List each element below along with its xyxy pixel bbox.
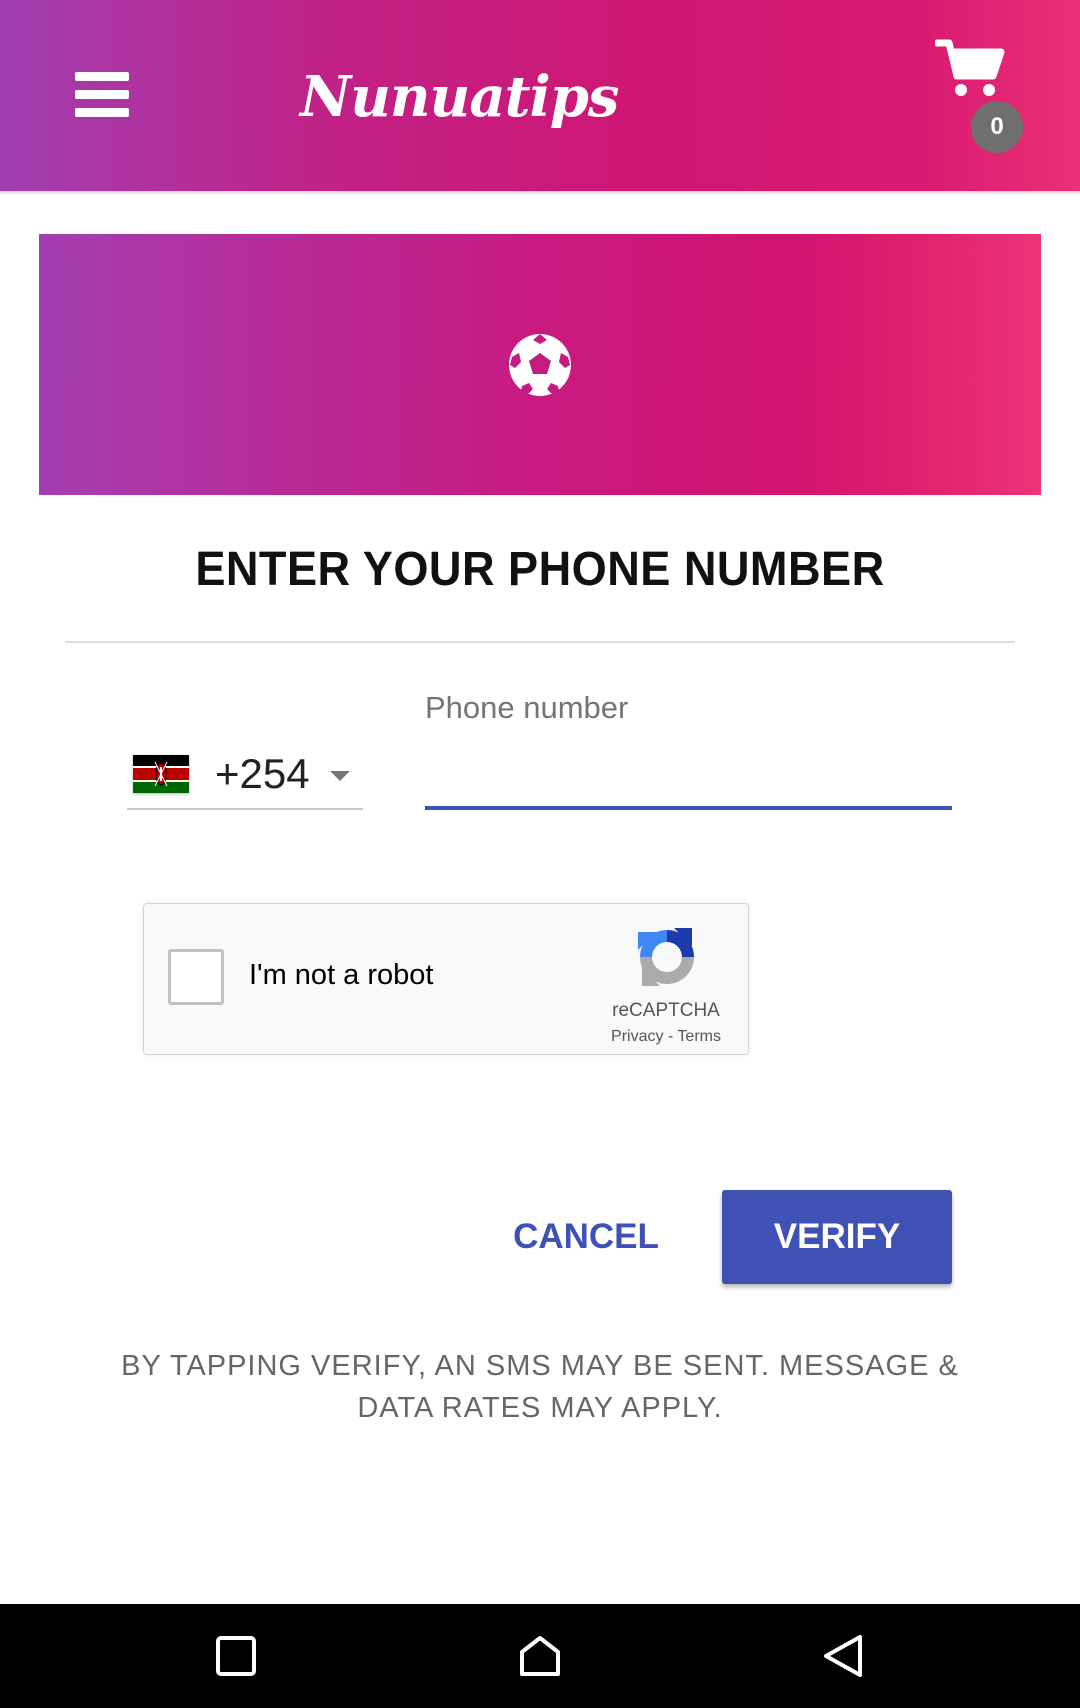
country-code-select[interactable]: +254 (127, 740, 363, 810)
kenya-flag-icon (133, 755, 189, 793)
back-triangle-icon (824, 1635, 862, 1677)
back-button[interactable] (812, 1626, 872, 1686)
app-title: Nunuatips (300, 64, 619, 130)
hamburger-menu-icon (75, 72, 129, 117)
dropdown-arrow-icon (329, 771, 350, 781)
dialog-title: ENTER YOUR PHONE NUMBER (195, 543, 885, 596)
menu-button[interactable] (60, 55, 144, 135)
recaptcha-label: I'm not a robot (249, 959, 434, 991)
system-navigation-bar (0, 1604, 1080, 1708)
cart-button[interactable] (933, 38, 1015, 108)
recaptcha-brand: reCAPTCHA (612, 1000, 720, 1021)
phone-number-label: Phone number (425, 690, 629, 725)
home-button[interactable] (510, 1626, 570, 1686)
recents-button[interactable] (206, 1626, 266, 1686)
recaptcha-widget: I'm not a robot reCAPTCHA Privacy - Term… (143, 903, 749, 1055)
country-code: +254 (215, 750, 310, 797)
sms-disclaimer: BY TAPPING VERIFY, AN SMS MAY BE SENT. M… (121, 1350, 959, 1424)
soccer-ball-icon (509, 333, 571, 396)
cart-count-badge: 0 (971, 101, 1023, 153)
cancel-button[interactable]: CANCEL (491, 1190, 681, 1284)
app-bar: Nunuatips (0, 0, 1080, 191)
header-banner (39, 234, 1041, 495)
phone-number-input[interactable] (425, 735, 952, 810)
recents-square-icon (216, 1636, 256, 1676)
app-bar-shadow (0, 191, 1080, 195)
recaptcha-checkbox[interactable] (168, 949, 224, 1005)
shopping-cart-icon (933, 39, 1005, 96)
verify-button[interactable]: VERIFY (722, 1190, 952, 1284)
home-icon (520, 1636, 560, 1676)
title-divider (65, 641, 1015, 643)
recaptcha-logo-icon (638, 928, 694, 986)
recaptcha-privacy-terms-links[interactable]: Privacy - Terms (584, 1028, 748, 1046)
